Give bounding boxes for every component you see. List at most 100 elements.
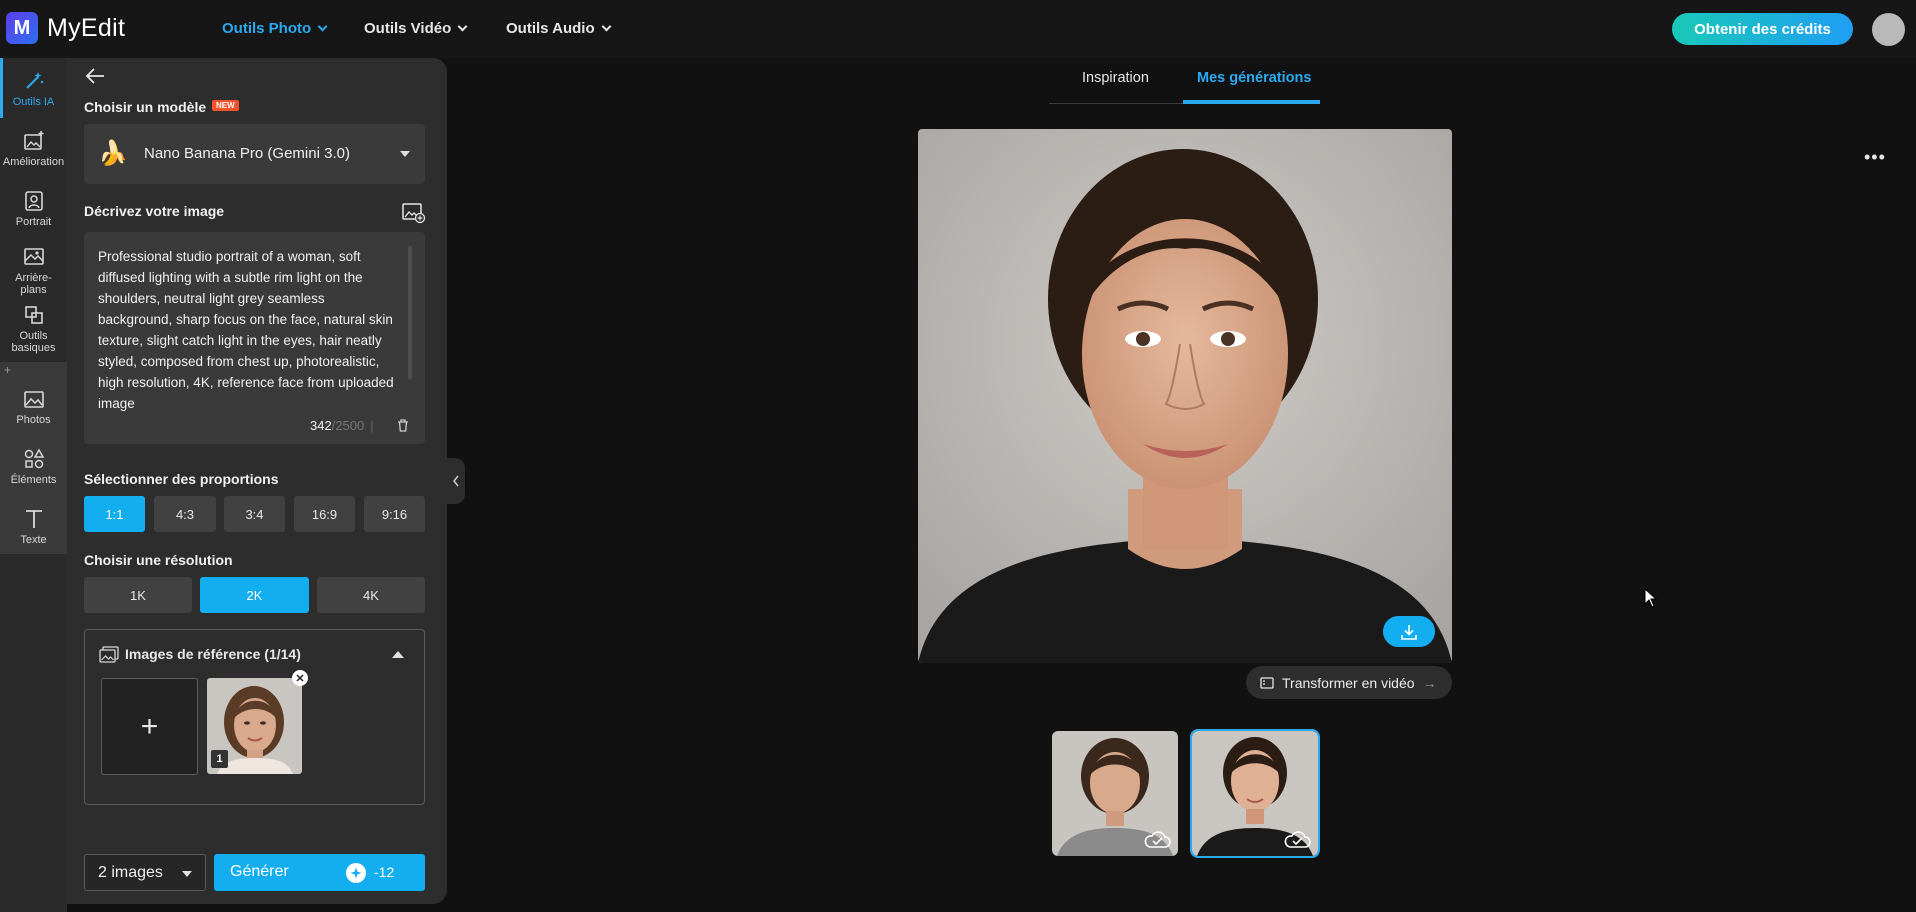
chevron-down-icon — [457, 21, 468, 32]
counter-separator: | — [370, 418, 374, 433]
model-name: Nano Banana Pro (Gemini 3.0) — [144, 145, 350, 162]
add-reference-button[interactable]: + — [101, 678, 198, 775]
rail-item-label: Outils basiques — [11, 330, 56, 354]
rail-item-label: Arrière-plans — [15, 272, 52, 296]
char-count: 342 — [310, 418, 332, 433]
rail-item-label: Photos — [16, 414, 51, 426]
resolution-2k-button[interactable]: 2K — [200, 577, 309, 613]
nav-outils-photo[interactable]: Outils Photo — [222, 20, 328, 37]
dropdown-arrow-icon — [182, 871, 192, 877]
chevron-down-icon — [601, 21, 612, 32]
rail-item-label: Portrait — [15, 216, 52, 228]
generate-button[interactable]: Générer -12 — [214, 854, 425, 891]
avatar[interactable] — [1872, 13, 1905, 46]
trash-icon[interactable] — [396, 418, 410, 433]
rail-item-label: Outils IA — [12, 96, 55, 108]
rail-item-amelioration[interactable]: Amélioration — [0, 130, 67, 168]
ratio-4-3-button[interactable]: 4:3 — [154, 496, 216, 532]
collapse-arrow-icon[interactable] — [392, 651, 404, 658]
nav-outils-video-label: Outils Vidéo — [364, 20, 452, 37]
video-icon — [1260, 676, 1274, 689]
ratio-3-4-button[interactable]: 3:4 — [224, 496, 285, 532]
rail-item-outils-ia[interactable]: Outils IA — [0, 70, 67, 108]
model-select[interactable]: 🍌 Nano Banana Pro (Gemini 3.0) — [84, 124, 425, 184]
back-arrow-icon[interactable] — [84, 66, 108, 86]
resolution-label: Choisir une résolution — [84, 552, 233, 568]
credit-icon — [346, 863, 366, 883]
proportions-label: Sélectionner des proportions — [84, 471, 279, 487]
tab-mes-generations[interactable]: Mes générations — [1197, 70, 1311, 86]
remove-reference-icon[interactable]: ✕ — [292, 670, 308, 686]
generate-label: Générer — [230, 863, 289, 880]
chevron-left-icon — [453, 475, 459, 487]
ratio-1-1-button[interactable]: 1:1 — [84, 496, 145, 532]
generation-thumbnail-1[interactable] — [1052, 731, 1178, 856]
portrait-image — [918, 129, 1452, 663]
nav-outils-audio[interactable]: Outils Audio — [506, 20, 612, 37]
rail-item-label: Éléments — [10, 474, 57, 486]
resolution-4k-button[interactable]: 4K — [317, 577, 425, 613]
plus-icon: + — [140, 709, 159, 743]
rail-item-arriere-plans[interactable]: Arrière-plans — [0, 246, 67, 296]
image-count-value: 2 images — [98, 864, 163, 881]
magic-wand-icon — [25, 72, 43, 89]
add-tool-icon[interactable]: + — [4, 363, 11, 377]
add-image-icon[interactable] — [402, 202, 426, 224]
nav-outils-photo-label: Outils Photo — [222, 20, 312, 37]
char-max: /2500 — [331, 418, 365, 433]
model-label: Choisir un modèle — [84, 99, 207, 115]
arrow-right-icon: → — [1422, 674, 1437, 691]
generate-cost: -12 — [374, 864, 395, 880]
rail-item-label: Texte — [20, 534, 47, 546]
dropdown-arrow-icon — [400, 151, 410, 157]
download-icon — [1401, 624, 1417, 640]
rail-item-elements[interactable]: Éléments — [0, 448, 67, 486]
cloud-saved-icon — [1284, 831, 1311, 848]
download-button[interactable] — [1383, 616, 1435, 647]
elements-icon — [24, 448, 44, 469]
describe-label: Décrivez votre image — [84, 203, 225, 219]
image-count-select[interactable]: 2 images — [84, 854, 206, 891]
prompt-text: Professional studio portrait of a woman,… — [98, 249, 394, 411]
prompt-textarea[interactable]: Professional studio portrait of a woman,… — [84, 232, 425, 444]
more-options-icon[interactable]: ••• — [1864, 147, 1886, 168]
tab-inspiration[interactable]: Inspiration — [1082, 70, 1149, 86]
rail-item-label: Amélioration — [2, 156, 65, 168]
prompt-scrollbar[interactable] — [408, 246, 412, 380]
active-tab-indicator — [1183, 100, 1320, 104]
top-navbar: M MyEdit Outils Photo Outils Vidéo Outil… — [0, 0, 1916, 58]
rail-item-portrait[interactable]: Portrait — [0, 190, 67, 228]
cloud-saved-icon — [1144, 831, 1171, 848]
transform-to-video-button[interactable]: Transformer en vidéo → — [1246, 666, 1452, 699]
generation-thumbnail-2[interactable] — [1190, 729, 1320, 858]
myedit-logo-icon[interactable]: M — [6, 12, 38, 44]
mouse-cursor-icon — [1644, 588, 1658, 608]
reference-images-section: Images de référence (1/14) + 1 ✕ — [84, 629, 425, 805]
get-credits-button[interactable]: Obtenir des crédits — [1672, 13, 1853, 45]
new-badge: NEW — [212, 100, 239, 111]
rail-item-texte[interactable]: Texte — [0, 508, 67, 546]
chevron-down-icon — [317, 21, 328, 32]
char-counter: 342/2500 | — [310, 418, 380, 433]
generated-image-preview[interactable] — [918, 129, 1452, 663]
reference-title: Images de référence (1/14) — [125, 646, 301, 662]
background-icon — [23, 248, 44, 265]
rail-item-photos[interactable]: Photos — [0, 388, 67, 426]
photos-icon — [23, 391, 44, 408]
transform-to-video-label: Transformer en vidéo — [1282, 674, 1415, 691]
nav-outils-video[interactable]: Outils Vidéo — [364, 20, 468, 37]
reference-index-badge: 1 — [211, 750, 228, 768]
gallery-icon — [99, 646, 119, 663]
image-enhance-icon — [23, 131, 43, 150]
ratio-9-16-button[interactable]: 9:16 — [364, 496, 425, 532]
banana-icon: 🍌 — [98, 140, 128, 167]
rail-item-outils-basiques[interactable]: Outils basiques — [0, 304, 67, 354]
app-name[interactable]: MyEdit — [47, 14, 125, 43]
collapse-panel-button[interactable] — [447, 458, 465, 504]
reference-image-thumbnail[interactable]: 1 — [207, 678, 302, 774]
basic-tools-icon — [24, 306, 43, 324]
nav-outils-audio-label: Outils Audio — [506, 20, 595, 37]
ratio-16-9-button[interactable]: 16:9 — [294, 496, 355, 532]
portrait-icon — [24, 191, 43, 211]
resolution-1k-button[interactable]: 1K — [84, 577, 192, 613]
